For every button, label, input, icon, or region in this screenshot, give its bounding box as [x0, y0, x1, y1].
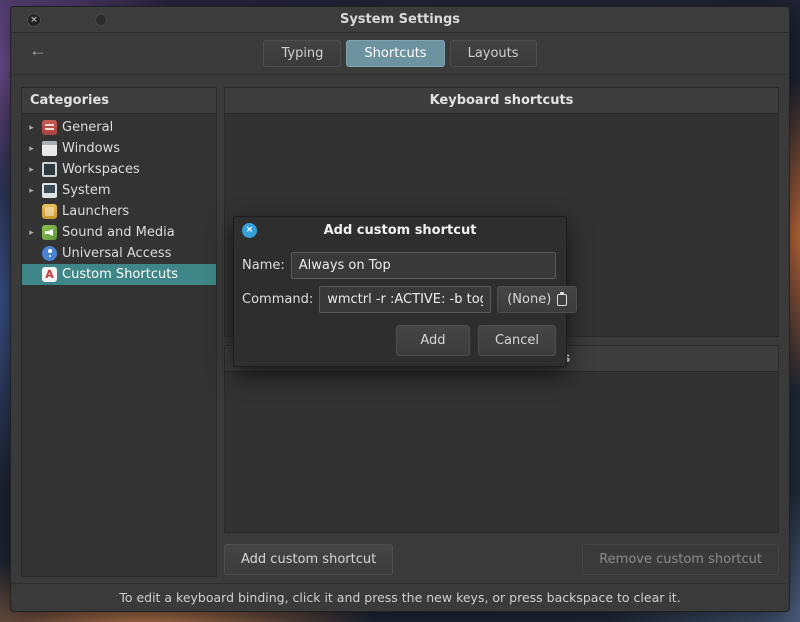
picker-label: (None) — [507, 292, 552, 307]
sidebar-item-label: System — [62, 183, 111, 198]
sidebar-item-windows[interactable]: ▸ Windows — [22, 138, 216, 159]
system-settings-window: × System Settings ← Typing Shortcuts Lay… — [10, 6, 790, 612]
back-icon: ← — [29, 40, 47, 60]
sidebar-item-label: Custom Shortcuts — [62, 267, 179, 282]
sidebar-item-label: Sound and Media — [62, 225, 175, 240]
expander-icon[interactable]: ▸ — [26, 186, 37, 196]
tab-group: Typing Shortcuts Layouts — [263, 40, 537, 67]
tab-shortcuts[interactable]: Shortcuts — [346, 40, 445, 67]
expander-icon[interactable]: ▸ — [26, 228, 37, 238]
sidebar-item-workspaces[interactable]: ▸ Workspaces — [22, 159, 216, 180]
paste-icon — [557, 291, 568, 306]
close-icon: × — [245, 225, 254, 235]
keyboard-bindings-panel: Keyboard bindings — [224, 345, 779, 533]
universal-access-icon — [42, 246, 57, 261]
general-icon — [42, 120, 57, 135]
sound-and-media-icon — [42, 225, 57, 240]
expander-icon[interactable]: ▸ — [26, 165, 37, 175]
custom-shortcut-actions: Add custom shortcut Remove custom shortc… — [224, 541, 779, 577]
sidebar-item-label: Windows — [62, 141, 121, 156]
tab-layouts[interactable]: Layouts — [449, 40, 537, 67]
dialog-add-button[interactable]: Add — [395, 325, 470, 356]
sidebar-item-launchers[interactable]: Launchers — [22, 201, 216, 222]
dialog-title: Add custom shortcut — [323, 223, 477, 238]
categories-list: ▸ General ▸ Windows ▸ Workspaces ▸ Syste… — [22, 114, 216, 576]
bindings-list[interactable] — [225, 372, 778, 532]
desktop: { "colors": { "tab-active": "#6d93a1", "… — [0, 0, 800, 622]
dialog-cancel-button[interactable]: Cancel — [477, 325, 556, 356]
sidebar-item-label: Universal Access — [62, 246, 172, 261]
sidebar-item-universal-access[interactable]: Universal Access — [22, 243, 216, 264]
toolbar: ← Typing Shortcuts Layouts — [11, 33, 789, 75]
custom-shortcuts-icon — [42, 267, 57, 282]
sidebar-item-label: Workspaces — [62, 162, 140, 177]
dialog-actions: Add Cancel — [234, 325, 556, 356]
expander-icon[interactable]: ▸ — [26, 123, 37, 133]
keyboard-shortcuts-header: Keyboard shortcuts — [225, 88, 778, 114]
expander-icon[interactable]: ▸ — [26, 144, 37, 154]
tab-typing[interactable]: Typing — [263, 40, 342, 67]
command-label: Command: — [242, 292, 314, 307]
categories-panel: Categories ▸ General ▸ Windows ▸ Workspa… — [21, 87, 217, 577]
name-input[interactable] — [290, 252, 556, 279]
categories-header: Categories — [22, 88, 216, 114]
back-button[interactable]: ← — [29, 41, 47, 59]
dialog-close-button[interactable]: × — [242, 223, 257, 238]
name-row: Name: — [242, 252, 556, 279]
keybinding-picker-button[interactable]: (None) — [497, 286, 578, 313]
name-label: Name: — [242, 258, 285, 273]
footer-hint: To edit a keyboard binding, click it and… — [11, 583, 789, 611]
add-custom-shortcut-dialog: × Add custom shortcut Name: Command: (No… — [233, 216, 578, 367]
sidebar-item-general[interactable]: ▸ General — [22, 117, 216, 138]
command-input[interactable] — [319, 286, 492, 313]
workspaces-icon — [42, 162, 57, 177]
add-custom-shortcut-button[interactable]: Add custom shortcut — [224, 543, 394, 575]
system-icon — [42, 183, 57, 198]
launchers-icon — [42, 204, 57, 219]
remove-custom-shortcut-button[interactable]: Remove custom shortcut — [582, 543, 779, 575]
sidebar-item-sound-and-media[interactable]: ▸ Sound and Media — [22, 222, 216, 243]
windows-icon — [42, 141, 57, 156]
sidebar-item-system[interactable]: ▸ System — [22, 180, 216, 201]
command-row: Command: (None) — [242, 286, 578, 313]
sidebar-item-label: Launchers — [62, 204, 130, 219]
window-title: System Settings — [339, 12, 461, 27]
sidebar-item-label: General — [62, 120, 114, 135]
titlebar[interactable]: × System Settings — [11, 7, 789, 33]
sidebar-item-custom-shortcuts[interactable]: Custom Shortcuts — [22, 264, 216, 285]
dialog-titlebar[interactable]: × Add custom shortcut — [234, 217, 566, 245]
